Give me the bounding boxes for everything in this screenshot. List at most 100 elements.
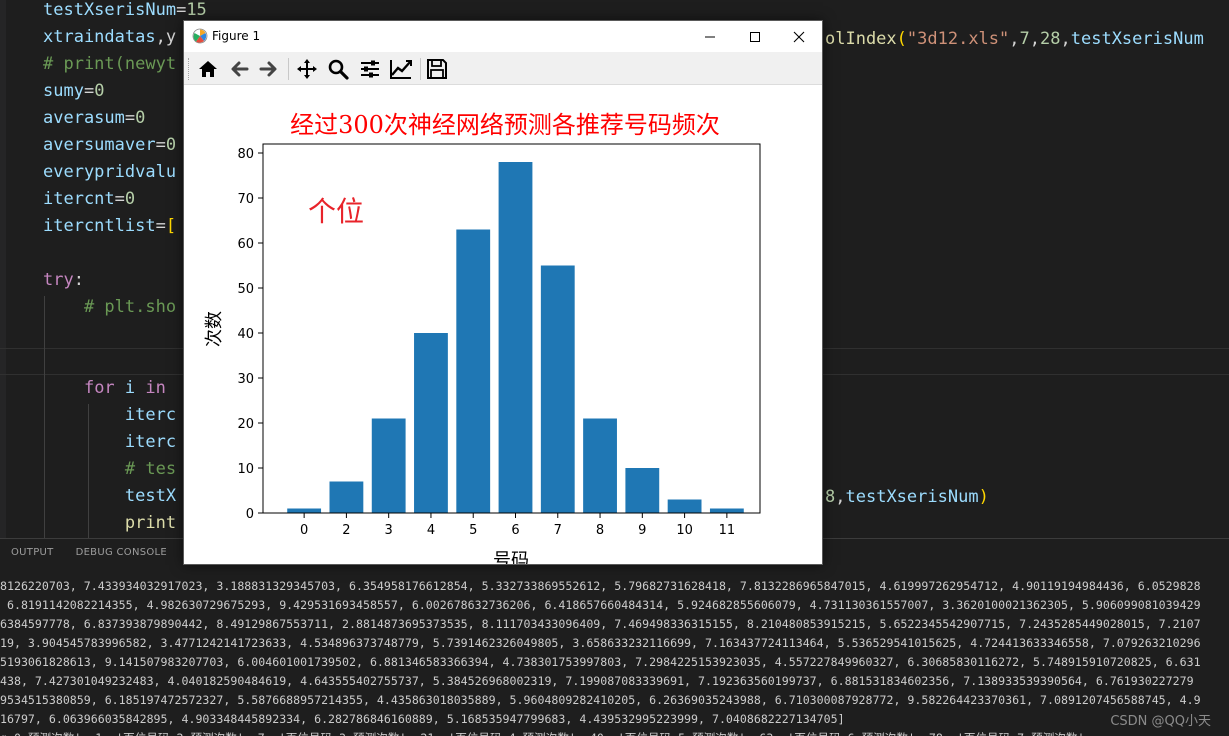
code-token: , bbox=[1029, 29, 1041, 49]
code-token: # print(newyt bbox=[43, 54, 177, 74]
code-token: , bbox=[835, 487, 846, 507]
code-token: averasum bbox=[43, 108, 125, 128]
edit-axis-button[interactable] bbox=[387, 56, 415, 82]
save-button[interactable] bbox=[423, 56, 451, 82]
forward-button[interactable] bbox=[255, 56, 283, 82]
bar-5 bbox=[456, 229, 491, 513]
bar-10 bbox=[667, 499, 702, 513]
x-tick-label: 5 bbox=[469, 523, 477, 538]
code-fragment: olIndex("3d12.xls",7,28,testXserisNum bbox=[825, 26, 1204, 53]
output-line: 8126220703, 7.433934032917023, 3.1888313… bbox=[0, 579, 1201, 593]
bar-8 bbox=[583, 418, 617, 513]
code-token: for bbox=[83, 378, 115, 398]
code-token: , bbox=[1060, 29, 1071, 49]
close-icon bbox=[793, 31, 805, 42]
output-line: 9534515380859, 6.185197472572327, 5.5876… bbox=[0, 693, 1201, 707]
toolbar-separator bbox=[288, 58, 289, 80]
y-tick-label: 0 bbox=[246, 507, 254, 522]
code-line: # tes bbox=[43, 456, 176, 483]
code-token: = bbox=[155, 135, 166, 155]
watermark: CSDN @QQ小天 bbox=[1110, 714, 1211, 729]
x-tick-label: 4 bbox=[427, 523, 435, 538]
code-token: in bbox=[145, 378, 166, 398]
x-tick-label: 2 bbox=[342, 523, 350, 538]
figure-window[interactable]: Figure 1 经过300次神经网络预测各推荐号码频次 个位 号码 次数 0 … bbox=[183, 20, 823, 565]
code-token: = bbox=[124, 108, 136, 128]
code-line: testX bbox=[43, 483, 176, 510]
code-token: iterc bbox=[124, 432, 177, 452]
code-token: testXserisNum bbox=[43, 0, 177, 20]
tab-output[interactable]: OUTPUT bbox=[0, 539, 65, 569]
output-line: 6384597778, 6.837393879890442, 8.4912986… bbox=[0, 617, 1201, 631]
maximize-icon bbox=[750, 31, 760, 42]
x-tick-label: 3 bbox=[385, 523, 393, 538]
bottom-panel: OUTPUT DEBUG CONSOLE 8126220703, 7.43393… bbox=[0, 538, 1229, 736]
code-token: i bbox=[124, 378, 136, 398]
code-token: olIndex bbox=[825, 29, 897, 49]
code-line: print bbox=[43, 510, 176, 537]
configure-subplots-button[interactable] bbox=[356, 56, 384, 82]
zoom-button[interactable] bbox=[324, 56, 352, 82]
bar-6 bbox=[498, 162, 533, 513]
code-token: testXserisNum bbox=[1070, 29, 1204, 49]
x-tick-label: 7 bbox=[554, 523, 562, 538]
y-tick-label: 70 bbox=[237, 192, 254, 207]
matplotlib-app-icon bbox=[192, 28, 208, 44]
output-line: 5193061828613, 9.141507983207703, 6.0046… bbox=[0, 655, 1201, 669]
x-tick-label: 10 bbox=[676, 523, 693, 538]
maximize-button[interactable] bbox=[732, 21, 778, 52]
minimize-button[interactable] bbox=[687, 21, 733, 52]
zoom-icon bbox=[328, 59, 349, 80]
back-arrow-icon bbox=[231, 61, 249, 77]
code-fragment: 8,testXserisNum) bbox=[825, 484, 989, 511]
bar-9 bbox=[625, 468, 660, 513]
code-token: = bbox=[176, 0, 187, 20]
bar-0 bbox=[287, 508, 322, 513]
home-button[interactable] bbox=[194, 56, 222, 82]
forward-arrow-icon bbox=[259, 61, 277, 77]
chart-annotation: 个位 bbox=[308, 195, 364, 228]
code-token: 7 bbox=[1019, 29, 1030, 49]
output-line: 19, 3.904545783996582, 3.477124214172363… bbox=[0, 636, 1201, 650]
code-token: itercntlist bbox=[43, 216, 156, 236]
close-button[interactable] bbox=[776, 21, 822, 52]
code-token: # tes bbox=[124, 459, 177, 479]
code-token: sumy bbox=[43, 81, 84, 101]
window-title: Figure 1 bbox=[212, 29, 261, 43]
code-line: xtraindatas,y bbox=[43, 24, 176, 51]
y-tick-label: 20 bbox=[237, 417, 254, 432]
code-token: 0 bbox=[124, 189, 136, 209]
x-axis-label: 号码 bbox=[493, 550, 529, 565]
y-tick-label: 50 bbox=[237, 282, 254, 297]
toolbar-separator bbox=[420, 58, 421, 80]
home-icon bbox=[199, 61, 217, 77]
code-token: , bbox=[1009, 29, 1020, 49]
x-tick-label: 9 bbox=[638, 523, 646, 538]
pan-button[interactable] bbox=[293, 56, 321, 82]
output-line: 16797, 6.063966035842895, 4.903348445892… bbox=[0, 712, 845, 726]
code-token: testX bbox=[124, 486, 177, 506]
code-token: = bbox=[155, 216, 166, 236]
code-line: sumy=0 bbox=[43, 78, 104, 105]
figure-toolbar bbox=[184, 52, 822, 85]
code-token: itercnt bbox=[43, 189, 115, 209]
chart-area[interactable]: 经过300次神经网络预测各推荐号码频次 个位 号码 次数 0 2 3 4 5 6 7 8 9 10… bbox=[184, 86, 822, 565]
code-token: 28 bbox=[1040, 29, 1061, 49]
x-tick-label: 0 bbox=[300, 523, 308, 538]
code-token: "3d12.xls" bbox=[906, 29, 1010, 49]
tab-debug-console[interactable]: DEBUG CONSOLE bbox=[65, 539, 178, 569]
window-titlebar[interactable]: Figure 1 bbox=[184, 21, 822, 52]
output-line: g:0,预测次数': 1, '百位号码:2,预测次数': 7, '百位号码:3,… bbox=[0, 729, 1229, 736]
code-token: 0 bbox=[165, 135, 177, 155]
y-tick-label: 40 bbox=[237, 327, 254, 342]
code-token: [ bbox=[165, 216, 177, 236]
back-button[interactable] bbox=[225, 56, 253, 82]
